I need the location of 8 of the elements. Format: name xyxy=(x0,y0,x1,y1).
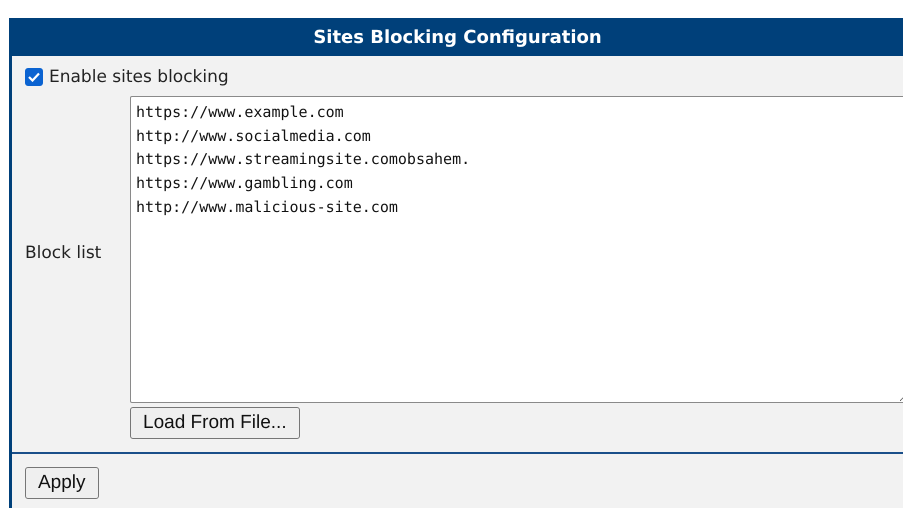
checkbox[interactable] xyxy=(25,68,43,86)
panel-title: Sites Blocking Configuration xyxy=(12,18,903,56)
block-list-field[interactable]: https://www.example.com http://www.socialmedia.com https://www.streamingsite.comobsahem. https://www.gambling.com http://www.malicious-site.com xyxy=(130,96,903,403)
load-from-file-button[interactable]: Load From File... xyxy=(130,407,300,439)
apply-button[interactable]: Apply xyxy=(25,467,99,499)
field-label: Block list xyxy=(25,242,102,262)
checkbox-label: Enable sites blocking xyxy=(49,67,229,87)
check-icon xyxy=(28,72,40,82)
